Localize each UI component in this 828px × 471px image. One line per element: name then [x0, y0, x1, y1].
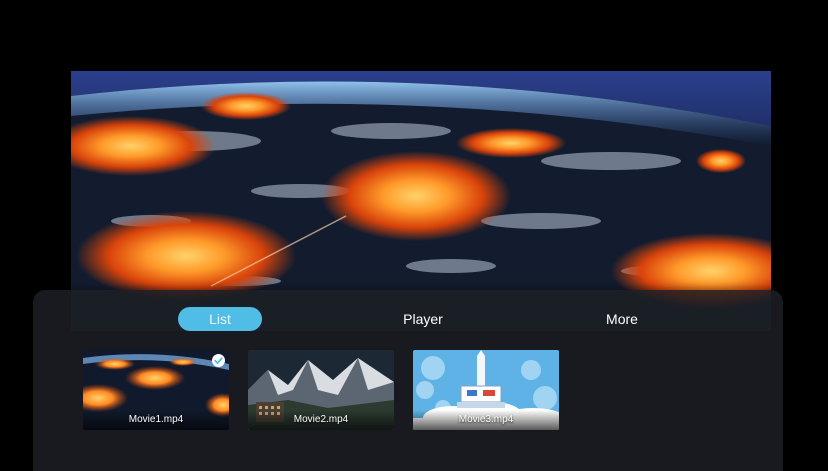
video-filename: Movie3.mp4 — [458, 414, 514, 425]
video-filename: Movie2.mp4 — [293, 414, 349, 425]
video-thumbnail-movie2[interactable]: Movie2.mp4 — [248, 350, 394, 430]
media-panel: List Player More Movie1.mp4 Movie2.mp4 M… — [33, 290, 783, 471]
tab-more[interactable]: More — [591, 307, 653, 331]
tab-more-label: More — [606, 311, 638, 327]
video-filename: Movie1.mp4 — [128, 414, 184, 425]
tab-player[interactable]: Player — [388, 307, 458, 331]
tab-list-label: List — [209, 311, 231, 327]
tab-bar: List Player More — [33, 307, 783, 337]
tab-list[interactable]: List — [178, 307, 262, 331]
video-thumbnail-movie3[interactable]: Movie3.mp4 — [413, 350, 559, 430]
check-icon — [212, 354, 225, 367]
tab-player-label: Player — [403, 311, 443, 327]
media-player-screen: List Player More Movie1.mp4 Movie2.mp4 M… — [0, 0, 828, 471]
video-thumbnail-movie1[interactable]: Movie1.mp4 — [83, 350, 229, 430]
